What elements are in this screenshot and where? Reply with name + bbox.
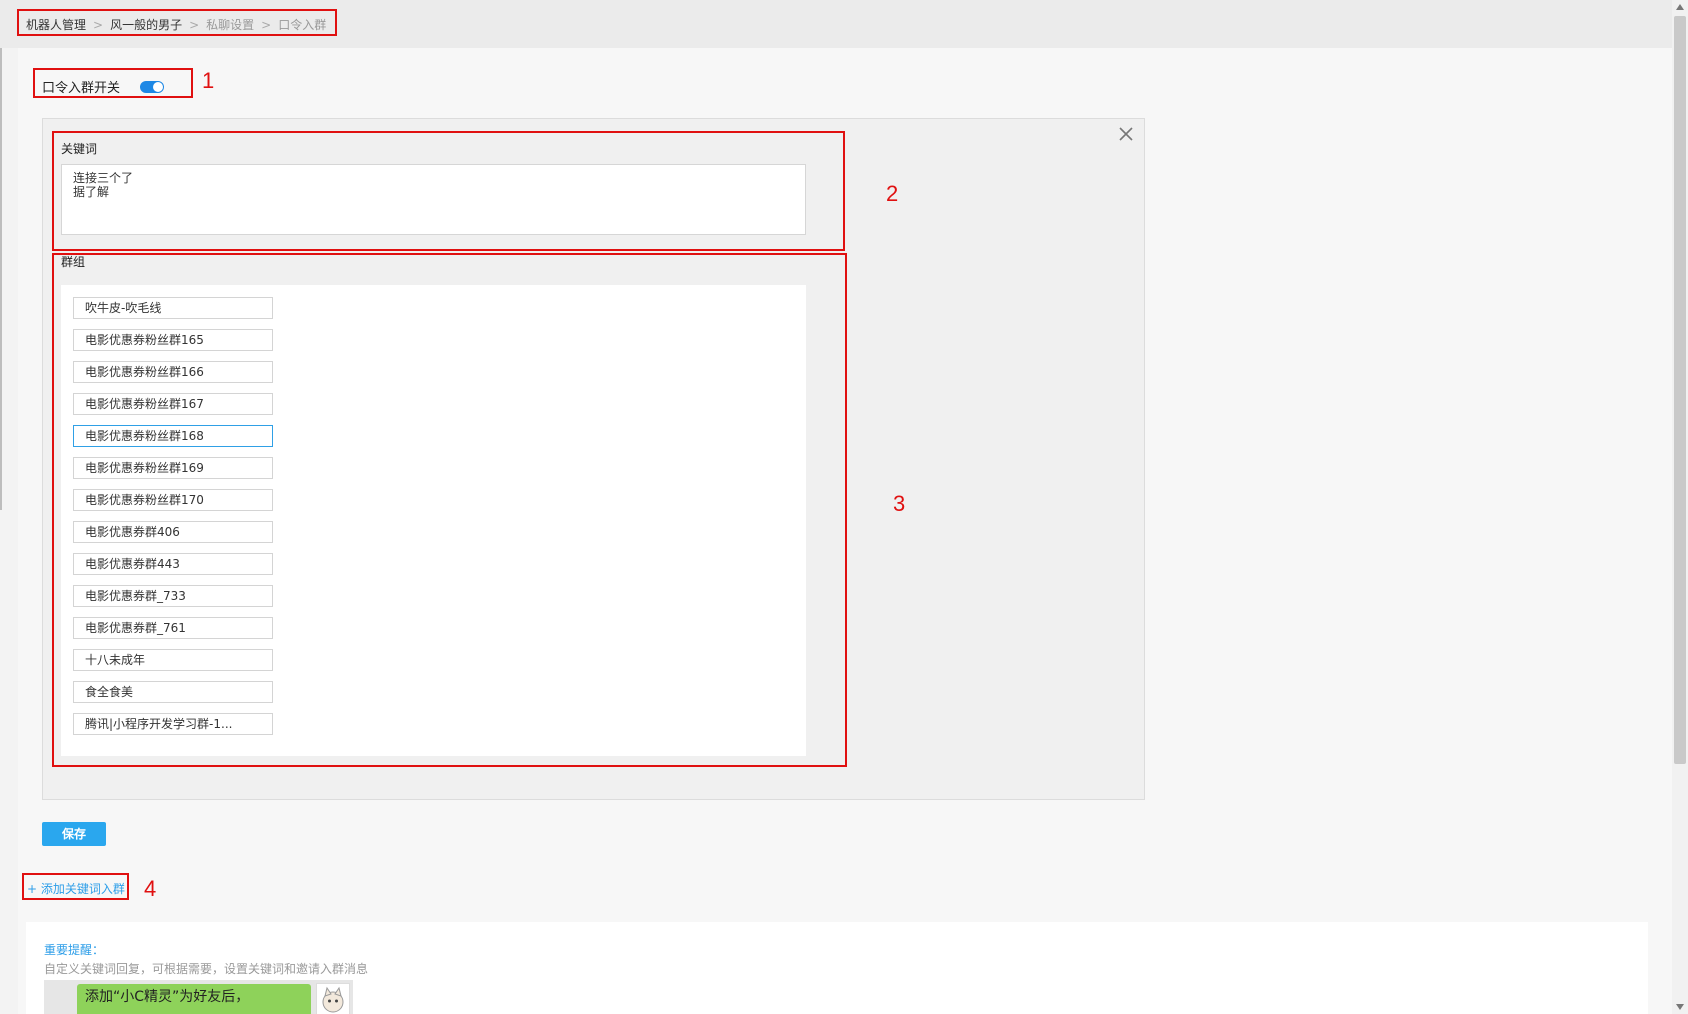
group-item[interactable]: 电影优惠券粉丝群166 [73, 361, 273, 383]
group-item[interactable]: 腾讯|小程序开发学习群-1... [73, 713, 273, 735]
keyword-textarea[interactable]: 连接三个了 据了解 [61, 164, 806, 235]
chat-bubble: 添加“小C精灵”为好友后， [77, 984, 311, 1014]
breadcrumb-private-chat-settings[interactable]: 私聊设置 [206, 18, 254, 32]
group-label: 群组 [61, 255, 86, 269]
breadcrumb: 机器人管理 > 风一般的男子 > 私聊设置 > 口令入群 [26, 16, 326, 33]
group-item[interactable]: 电影优惠券群406 [73, 521, 273, 543]
group-item[interactable]: 吹牛皮-吹毛线 [73, 297, 273, 319]
group-item[interactable]: 电影优惠券群443 [73, 553, 273, 575]
top-bar: 机器人管理 > 风一般的男子 > 私聊设置 > 口令入群 [0, 0, 1672, 48]
annotation-marker-2: 2 [886, 181, 899, 206]
annotation-marker-4: 4 [144, 876, 157, 901]
cat-icon [322, 986, 344, 1013]
scroll-down-arrow-icon[interactable] [1676, 1004, 1684, 1010]
breadcrumb-robot-management[interactable]: 机器人管理 [26, 18, 86, 32]
scrollbar-thumb[interactable] [1674, 16, 1686, 764]
group-item[interactable]: 电影优惠券群_733 [73, 585, 273, 607]
password-join-toggle-label: 口令入群开关 [42, 81, 121, 96]
breadcrumb-robot-name[interactable]: 风一般的男子 [110, 18, 182, 32]
save-button[interactable]: 保存 [42, 822, 106, 846]
group-item[interactable]: 电影优惠券粉丝群165 [73, 329, 273, 351]
scroll-up-arrow-icon[interactable] [1676, 4, 1684, 10]
tips-text: 自定义关键词回复，可根据需要，设置关键词和邀请入群消息 [44, 962, 369, 976]
window-edge [0, 0, 2, 510]
password-join-toggle[interactable] [140, 81, 164, 93]
annotation-marker-3: 3 [893, 491, 906, 516]
chat-preview-image: 添加“小C精灵”为好友后， [44, 980, 353, 1014]
keyword-line: 据了解 [73, 185, 110, 199]
tips-title: 重要提醒： [44, 943, 105, 957]
add-keyword-join-link[interactable]: + 添加关键词入群 [27, 880, 125, 897]
keyword-line: 连接三个了 [73, 171, 134, 185]
breadcrumb-separator: > [261, 18, 272, 32]
group-item[interactable]: 食全食美 [73, 681, 273, 703]
breadcrumb-separator: > [189, 18, 200, 32]
annotation-marker-1: 1 [202, 68, 215, 93]
breadcrumb-separator: > [93, 18, 104, 32]
group-item[interactable]: 电影优惠券粉丝群168 [73, 425, 273, 447]
breadcrumb-current-page: 口令入群 [278, 18, 327, 32]
group-item[interactable]: 电影优惠券粉丝群169 [73, 457, 273, 479]
group-item[interactable]: 十八未成年 [73, 649, 273, 671]
close-icon[interactable] [1116, 124, 1136, 144]
vertical-scrollbar[interactable] [1672, 0, 1688, 1014]
toggle-knob [153, 82, 163, 92]
group-item[interactable]: 电影优惠券粉丝群167 [73, 393, 273, 415]
group-item[interactable]: 电影优惠券群_761 [73, 617, 273, 639]
keyword-label: 关键词 [61, 142, 98, 156]
group-item[interactable]: 电影优惠券粉丝群170 [73, 489, 273, 511]
bot-avatar [316, 983, 350, 1014]
